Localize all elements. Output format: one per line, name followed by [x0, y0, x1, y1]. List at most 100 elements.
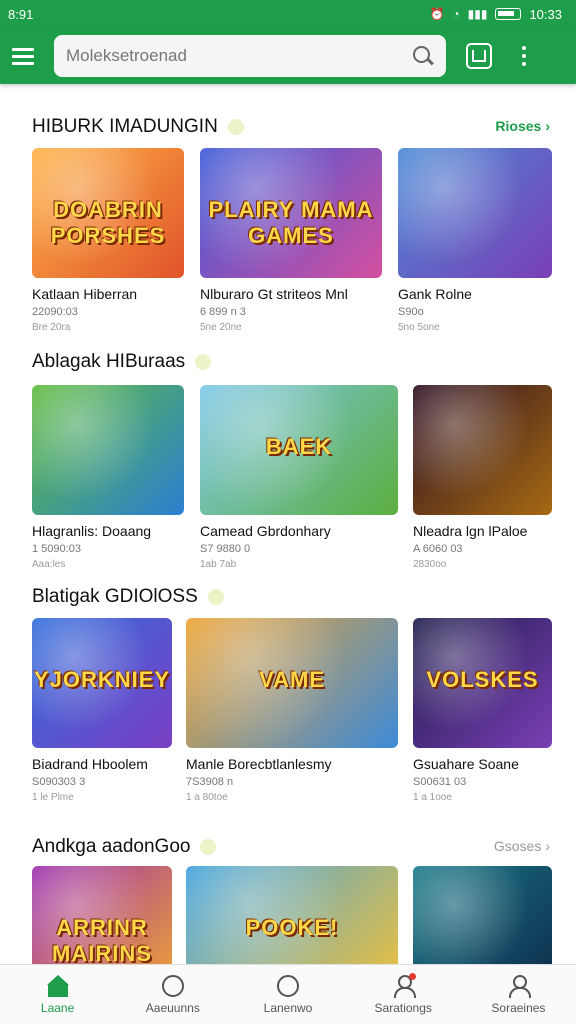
- game-card[interactable]: YJORKNIEY Biadrand Hboolem S090303 3 1 l…: [32, 618, 172, 803]
- game-card[interactable]: BAEK Camead Gbrdonhary S7 9880 0 1ab 7ab: [200, 385, 398, 570]
- game-stats: 7S3908 n: [186, 776, 234, 788]
- game-title: Katlaan Hiberran: [32, 286, 138, 302]
- game-stats: 6 899 n 3: [200, 306, 246, 318]
- game-meta: 5ne 20ne: [200, 322, 242, 333]
- game-title: Hlagranlis: Doaang: [32, 523, 152, 539]
- game-thumbnail[interactable]: VOLSKES: [413, 618, 552, 748]
- game-title: Nlburaro Gt striteos Mnl: [200, 286, 348, 302]
- notification-badge: [409, 972, 417, 980]
- game-thumbnail[interactable]: POOKE!: [186, 866, 398, 964]
- game-card[interactable]: [413, 866, 552, 964]
- game-title: Camead Gbrdonhary: [200, 523, 331, 539]
- status-time: 8:91: [8, 6, 34, 22]
- game-thumbnail[interactable]: [413, 866, 552, 964]
- wifi-icon: ◔: [452, 7, 460, 21]
- nav-label: Sarationgs: [374, 1000, 432, 1015]
- game-stats: S7 9880 0: [200, 543, 251, 555]
- game-meta: 1 a 80toe: [186, 792, 228, 803]
- game-card[interactable]: PLAIRY MAMA GAMES Nlburaro Gt striteos M…: [200, 148, 382, 333]
- alarm-icon: ⏰: [429, 7, 445, 21]
- game-title: Gank Rolne: [398, 286, 472, 302]
- game-title: Biadrand Hboolem: [32, 756, 148, 772]
- nav-label: Laane: [40, 1000, 75, 1015]
- game-card[interactable]: Hlagranlis: Doaang 1 5090:03 Aaa:les: [32, 385, 184, 570]
- battery-icon: [495, 8, 522, 20]
- game-meta: Aaa:les: [32, 559, 66, 570]
- main-content[interactable]: HIBURK IMADUNGIN Rioses › DOABRIN PORSHES…: [0, 84, 576, 964]
- thumbnail-art-text: POOKE!: [245, 915, 339, 941]
- section-title: Andkga aadonGoo: [32, 836, 191, 857]
- game-thumbnail[interactable]: ARRINR MAIRINS: [32, 866, 172, 964]
- section-dot: [207, 589, 224, 605]
- game-card[interactable]: Gank Rolne S90o 5no 5one: [398, 148, 552, 333]
- nav-item-home[interactable]: Laane: [0, 965, 115, 1024]
- cart-icon[interactable]: [466, 43, 492, 69]
- search-bar[interactable]: [54, 35, 446, 77]
- user-icon: [391, 972, 417, 998]
- game-title: Nleadra lgn lPaloe: [413, 523, 528, 539]
- game-meta: 2830oo: [413, 559, 447, 570]
- nav-label: Soraeines: [491, 1000, 546, 1015]
- signal-icon: ▮▮▮: [467, 7, 488, 21]
- thumbnail-art-text: BAEK: [265, 434, 333, 460]
- game-thumbnail[interactable]: YJORKNIEY: [32, 618, 172, 748]
- home-icon: [46, 974, 70, 997]
- nav-item-search[interactable]: Lanenwo: [230, 965, 345, 1024]
- game-thumbnail[interactable]: [413, 385, 552, 515]
- thumbnail-art-text: ARRINR MAIRINS: [52, 915, 152, 964]
- nav-label: Aaeuunns: [145, 1000, 200, 1015]
- bottom-nav: Laane Aaeuunns Lanenwo Sarationgs Soraei…: [0, 964, 576, 1024]
- search-icon: [277, 974, 299, 997]
- thumbnail-art-text: VAME: [259, 667, 325, 693]
- game-title: Manle Borecbtlanlesmy: [186, 756, 332, 772]
- game-card[interactable]: VOLSKES Gsuahare Soane S00631 03 1 a 1oo…: [413, 618, 552, 803]
- nav-label: Lanenwo: [263, 1000, 313, 1015]
- section-dot: [195, 354, 212, 370]
- game-title: Gsuahare Soane: [413, 756, 519, 772]
- app-bar: [0, 28, 576, 84]
- status-clock: 10:33: [529, 6, 562, 22]
- game-card[interactable]: Nleadra lgn lPaloe A 6060 03 2830oo: [413, 385, 552, 570]
- game-thumbnail[interactable]: DOABRIN PORSHES: [32, 148, 184, 278]
- game-meta: 1ab 7ab: [200, 559, 237, 570]
- game-stats: S00631 03: [413, 776, 467, 788]
- game-meta: Bre 20ra: [32, 322, 71, 333]
- thumbnail-art-text: YJORKNIEY: [33, 667, 171, 693]
- gamepad-icon: [161, 974, 184, 997]
- status-bar: 8:91 ⏰ ◔ ▮▮▮ 10:33: [0, 0, 576, 28]
- thumbnail-art-text: VOLSKES: [426, 667, 539, 693]
- thumbnail-art-text: DOABRIN PORSHES: [50, 197, 166, 249]
- game-stats: S90o: [398, 306, 424, 318]
- nav-item-social[interactable]: Sarationgs: [346, 965, 461, 1024]
- section-dot: [200, 839, 217, 855]
- game-meta: 5no 5one: [398, 322, 440, 333]
- search-icon[interactable]: [412, 45, 434, 67]
- game-thumbnail[interactable]: BAEK: [200, 385, 398, 515]
- thumbnail-art-text: PLAIRY MAMA GAMES: [208, 197, 374, 249]
- game-card[interactable]: ARRINR MAIRINS: [32, 866, 172, 964]
- see-more-link[interactable]: Rioses ›: [495, 118, 550, 134]
- section-title: Blatigak GDIOlOSS: [32, 586, 198, 607]
- game-thumbnail[interactable]: [398, 148, 552, 278]
- game-meta: 1 a 1ooe: [413, 792, 452, 803]
- game-stats: 22090:03: [32, 306, 78, 318]
- status-icons: ⏰ ◔ ▮▮▮ 10:33: [429, 7, 562, 22]
- game-thumbnail[interactable]: [32, 385, 184, 515]
- section-title: Ablagak HIBuraas: [32, 351, 186, 372]
- game-stats: S090303 3: [32, 776, 86, 788]
- game-card[interactable]: VAME Manle Borecbtlanlesmy 7S3908 n 1 a …: [186, 618, 398, 803]
- menu-icon[interactable]: [12, 42, 40, 70]
- game-stats: 1 5090:03: [32, 543, 81, 555]
- game-thumbnail[interactable]: PLAIRY MAMA GAMES: [200, 148, 382, 278]
- game-card[interactable]: DOABRIN PORSHES Katlaan Hiberran 22090:0…: [32, 148, 184, 333]
- profile-icon: [506, 974, 532, 998]
- game-stats: A 6060 03: [413, 543, 463, 555]
- section-title: HIBURK IMADUNGIN: [32, 116, 218, 137]
- nav-item-profile[interactable]: Soraeines: [461, 965, 576, 1024]
- see-more-link[interactable]: Gsoses ›: [494, 838, 550, 854]
- search-input[interactable]: [66, 46, 412, 66]
- nav-item-games[interactable]: Aaeuunns: [115, 965, 230, 1024]
- game-thumbnail[interactable]: VAME: [186, 618, 398, 748]
- more-options-icon[interactable]: [514, 43, 534, 69]
- game-card[interactable]: POOKE!: [186, 866, 398, 964]
